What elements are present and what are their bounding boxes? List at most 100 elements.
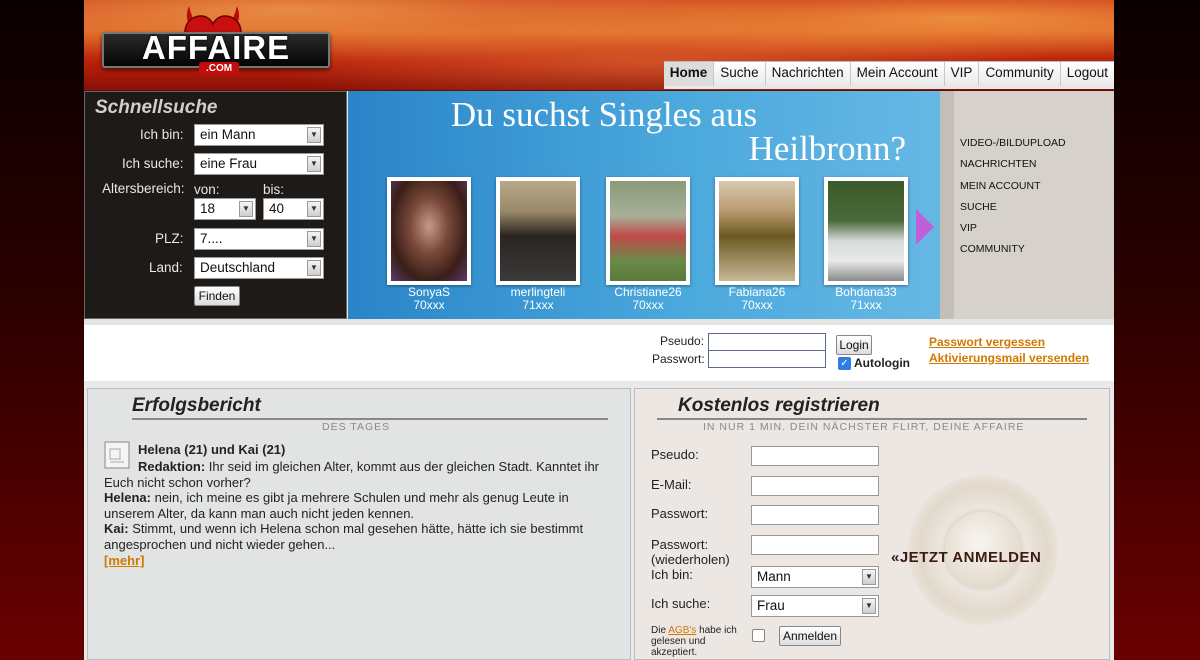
reg-password-input[interactable] xyxy=(751,505,879,525)
main-nav: Home Suche Nachrichten Mein Account VIP … xyxy=(663,61,1114,89)
reg-seeking-value: Frau xyxy=(757,598,785,613)
reg-password2-sublabel: (wiederholen) xyxy=(651,552,730,567)
register-subtitle: IN NUR 1 MIN. DEIN NÄCHSTER FLIRT, DEINE… xyxy=(703,421,1025,433)
title-divider xyxy=(132,418,608,420)
profile-location: 70xxx xyxy=(413,298,445,312)
side-menu-vip[interactable]: VIP xyxy=(960,222,977,234)
nav-home[interactable]: Home xyxy=(663,62,714,86)
story-helena: Helena: nein, ich meine es gibt ja mehre… xyxy=(104,490,569,506)
country-value: Deutschland xyxy=(200,260,276,275)
story-couple: Helena (21) und Kai (21) xyxy=(138,442,286,457)
nav-vip[interactable]: VIP xyxy=(943,62,979,86)
chevron-down-icon: ▼ xyxy=(307,127,321,143)
reg-email-label: E-Mail: xyxy=(651,477,692,492)
seeking-value: eine Frau xyxy=(200,156,258,171)
age-to-value: 40 xyxy=(269,201,285,216)
story-helena-text: nein, ich meine es gibt ja mehrere Schul… xyxy=(154,490,569,505)
profile-card-1[interactable] xyxy=(387,177,471,285)
login-password-label: Passwort: xyxy=(652,352,705,366)
age-to-label: bis: xyxy=(263,182,285,197)
profile-card-4[interactable] xyxy=(715,177,799,285)
autologin-checkbox[interactable]: ✓ xyxy=(838,357,851,370)
banner-headline-line-2: Heilbronn? xyxy=(748,129,906,168)
side-menu-messages[interactable]: NACHRICHTEN xyxy=(960,158,1036,170)
country-label: Land: xyxy=(149,260,183,275)
profile-card-5[interactable] xyxy=(824,177,908,285)
chevron-down-icon: ▼ xyxy=(307,156,321,172)
story-kai-label: Kai: xyxy=(104,521,129,536)
side-menu-search[interactable]: SUCHE xyxy=(960,201,997,213)
side-menu-upload[interactable]: VIDEO-/BILDUPLOAD xyxy=(960,137,1066,149)
profile-location: 71xxx xyxy=(850,298,882,312)
agb-prefix: Die xyxy=(651,625,667,636)
chevron-down-icon: ▼ xyxy=(862,598,876,614)
chevron-down-icon: ▼ xyxy=(307,231,321,247)
story-helena-cont: unserem Alter, da kann man auch nicht je… xyxy=(104,506,415,521)
reg-seeking-select[interactable]: Frau ▼ xyxy=(751,595,879,617)
agb-suffix: habe ich xyxy=(699,625,737,636)
country-select[interactable]: Deutschland ▼ xyxy=(194,257,324,279)
reg-i-am-select[interactable]: Mann ▼ xyxy=(751,566,879,588)
side-menu-account[interactable]: MEIN ACCOUNT xyxy=(960,180,1041,192)
side-menu-community[interactable]: COMMUNITY xyxy=(960,243,1025,255)
next-arrow-icon[interactable] xyxy=(916,209,934,245)
site-container: AFFAIRE .COM Home Suche Nachrichten Mein… xyxy=(84,0,1114,660)
success-story-subtitle: DES TAGES xyxy=(322,421,391,433)
forgot-password-link[interactable]: Passwort vergessen xyxy=(929,335,1045,349)
logo-domain: .COM xyxy=(199,62,239,75)
login-pseudo-input[interactable] xyxy=(708,333,826,351)
story-kai-cont: angesprochen und nicht wieder gehen... xyxy=(104,537,336,552)
zip-label: PLZ: xyxy=(155,231,184,246)
reg-password2-input[interactable] xyxy=(751,535,879,555)
zip-value: 7.... xyxy=(200,231,223,246)
seeking-select[interactable]: eine Frau ▼ xyxy=(194,153,324,175)
nav-community[interactable]: Community xyxy=(978,62,1059,86)
profile-name[interactable]: merlingteli xyxy=(483,286,593,298)
profile-name[interactable]: Bohdana33 xyxy=(811,286,921,298)
jetzt-anmelden-cta[interactable]: «JETZT ANMELDEN xyxy=(891,549,1041,566)
login-button[interactable]: Login xyxy=(836,335,872,355)
agb-text-line-2: gelesen und xyxy=(651,636,706,647)
nav-logout[interactable]: Logout xyxy=(1059,62,1114,86)
nav-mein-account[interactable]: Mein Account xyxy=(849,62,944,86)
logo[interactable]: AFFAIRE .COM xyxy=(102,4,332,75)
profile-location: 71xxx xyxy=(522,298,554,312)
profile-name[interactable]: Fabiana26 xyxy=(702,286,812,298)
agb-text-line-1: Die AGB's habe ich xyxy=(651,625,737,636)
story-question-cont: Euch nicht schon vorher? xyxy=(104,475,251,490)
header: AFFAIRE .COM Home Suche Nachrichten Mein… xyxy=(84,0,1114,91)
profile-card-3[interactable] xyxy=(606,177,690,285)
age-from-label: von: xyxy=(194,182,220,197)
age-from-value: 18 xyxy=(200,201,216,216)
profile-name[interactable]: Christiane26 xyxy=(593,286,703,298)
profile-location: 70xxx xyxy=(741,298,773,312)
nav-suche[interactable]: Suche xyxy=(713,62,764,86)
profile-card-2[interactable] xyxy=(496,177,580,285)
reg-pseudo-label: Pseudo: xyxy=(651,447,699,462)
reg-pseudo-input[interactable] xyxy=(751,446,879,466)
autologin-label: Autologin xyxy=(854,356,910,370)
nav-nachrichten[interactable]: Nachrichten xyxy=(764,62,850,86)
side-menu: VIDEO-/BILDUPLOAD NACHRICHTEN MEIN ACCOU… xyxy=(940,91,1114,319)
story-kai-text: Stimmt, und wenn ich Helena schon mal ge… xyxy=(132,521,584,536)
read-more-link[interactable]: [mehr] xyxy=(104,553,144,568)
reg-password2-label: Passwort: xyxy=(651,537,709,552)
i-am-select[interactable]: ein Mann ▼ xyxy=(194,124,324,146)
agb-text-line-3: akzeptiert. xyxy=(651,647,698,658)
agb-link[interactable]: AGB's xyxy=(668,625,696,636)
find-button[interactable]: Finden xyxy=(194,286,240,306)
profile-name[interactable]: SonyaS xyxy=(374,286,484,298)
activation-mail-link[interactable]: Aktivierungsmail versenden xyxy=(929,351,1089,365)
reg-email-input[interactable] xyxy=(751,476,879,496)
success-story-title: Erfolgsbericht xyxy=(132,395,261,416)
story-question-label: Redaktion: xyxy=(138,459,206,474)
age-to-select[interactable]: 40 ▼ xyxy=(263,198,324,220)
zip-select[interactable]: 7.... ▼ xyxy=(194,228,324,250)
login-password-input[interactable] xyxy=(708,350,826,368)
register-panel: Kostenlos registrieren IN NUR 1 MIN. DEI… xyxy=(634,388,1110,660)
story-question: Redaktion: Ihr seid im gleichen Alter, k… xyxy=(138,459,599,475)
agb-checkbox[interactable] xyxy=(752,629,765,642)
promo-banner: Du suchst Singles aus Heilbronn? SonyaS … xyxy=(348,91,940,319)
age-from-select[interactable]: 18 ▼ xyxy=(194,198,256,220)
register-submit-button[interactable]: Anmelden xyxy=(779,626,841,646)
